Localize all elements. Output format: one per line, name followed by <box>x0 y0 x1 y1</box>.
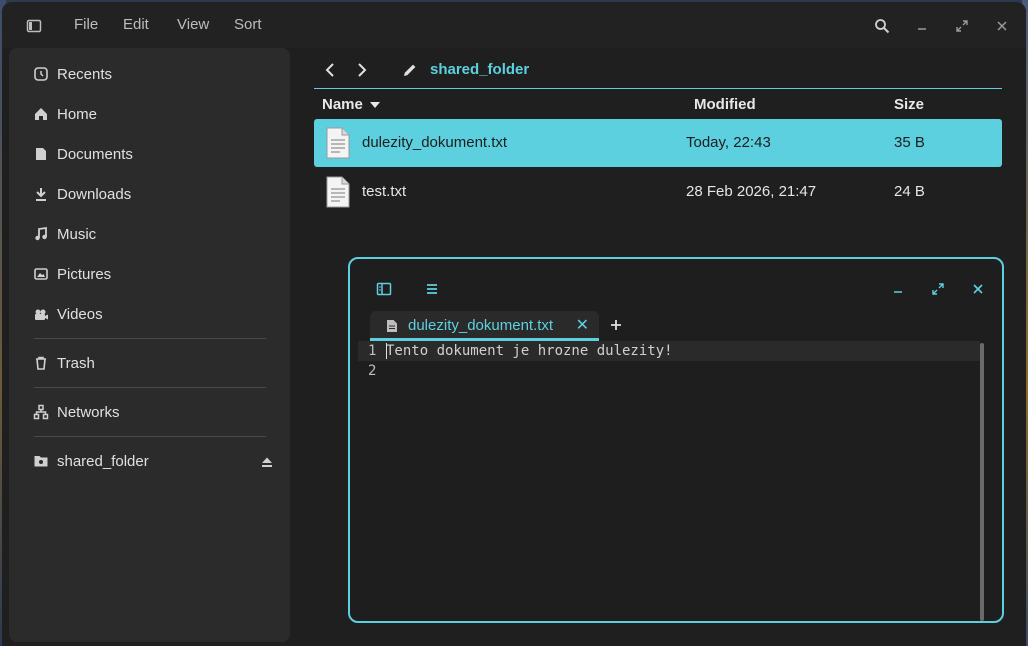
editor-close-button[interactable] <box>966 277 990 301</box>
current-folder-label[interactable]: shared_folder <box>430 61 529 78</box>
file-modified: Today, 22:43 <box>686 134 771 151</box>
minimize-icon <box>918 28 926 30</box>
sidebar-item-label: Downloads <box>57 185 132 203</box>
hamburger-menu-icon <box>427 284 437 294</box>
eject-button[interactable] <box>261 455 273 467</box>
close-button[interactable] <box>990 14 1014 38</box>
sidebar-item-pictures[interactable]: Pictures <box>33 263 111 285</box>
chevron-left-icon <box>325 63 334 77</box>
table-row[interactable]: dulezity_dokument.txt Today, 22:43 35 B <box>314 119 1002 167</box>
text-file-icon <box>326 176 350 208</box>
editor-text-area[interactable]: 1 Tento dokument je hrozne dulezity! 2 <box>358 341 982 619</box>
places-sidebar: Recents Home Documents Downloads Music P… <box>9 48 290 642</box>
sidebar-item-documents[interactable]: Documents <box>33 143 133 165</box>
menu-view[interactable]: View <box>177 16 209 33</box>
search-icon <box>875 19 890 34</box>
editor-line: 2 <box>358 361 980 381</box>
editor-tab[interactable]: dulezity_dokument.txt ✕ <box>370 311 599 341</box>
close-icon <box>973 284 983 294</box>
forward-button[interactable] <box>350 58 374 82</box>
chevron-right-icon <box>358 63 367 77</box>
menu-edit[interactable]: Edit <box>123 16 149 33</box>
table-row[interactable]: test.txt 28 Feb 2026, 21:47 24 B <box>314 168 1002 216</box>
sidebar-toggle-icon <box>376 282 392 296</box>
column-header-size[interactable]: Size <box>894 96 924 113</box>
sidebar-separator <box>34 338 266 339</box>
recents-icon <box>33 66 49 82</box>
editor-tab-title: dulezity_dokument.txt <box>408 317 554 334</box>
sidebar-item-shared-folder[interactable]: shared_folder <box>33 450 149 472</box>
maximize-icon <box>932 283 944 295</box>
sidebar-item-label: Networks <box>57 403 120 421</box>
header-bar: File Edit View Sort <box>2 2 1026 48</box>
sidebar-item-networks[interactable]: Networks <box>33 401 120 423</box>
text-cursor <box>386 343 387 359</box>
file-manager-window: File Edit View Sort Recents Home Documen… <box>2 2 1026 646</box>
pencil-icon <box>404 64 416 76</box>
sidebar-item-label: Pictures <box>57 265 112 283</box>
editor-maximize-button[interactable] <box>926 277 950 301</box>
file-size: 35 B <box>894 134 925 151</box>
file-modified: 28 Feb 2026, 21:47 <box>686 183 817 200</box>
sidebar-item-label: Documents <box>57 145 133 163</box>
sidebar-item-home[interactable]: Home <box>33 103 97 125</box>
editor-minimize-button[interactable] <box>886 277 910 301</box>
videos-icon <box>33 306 49 322</box>
sort-descending-icon <box>370 102 380 108</box>
editor-line: 1 Tento dokument je hrozne dulezity! <box>358 341 980 361</box>
sidebar-item-trash[interactable]: Trash <box>33 352 95 374</box>
menu-sort[interactable]: Sort <box>234 16 262 33</box>
sidebar-item-label: Music <box>57 225 97 243</box>
networks-icon <box>33 404 49 420</box>
column-header-name[interactable]: Name <box>322 96 363 113</box>
file-name: dulezity_dokument.txt <box>362 134 508 151</box>
sidebar-item-downloads[interactable]: Downloads <box>33 183 131 205</box>
column-header-modified[interactable]: Modified <box>694 96 756 113</box>
documents-icon <box>33 146 49 162</box>
tab-close-icon[interactable]: ✕ <box>576 315 589 335</box>
sidebar-separator <box>34 387 266 388</box>
music-icon <box>33 226 49 242</box>
sidebar-item-label: shared_folder <box>57 452 149 470</box>
header-divider <box>314 88 1002 89</box>
back-button[interactable] <box>318 58 342 82</box>
text-file-icon <box>326 127 350 159</box>
menu-file[interactable]: File <box>74 16 98 33</box>
editor-scrollbar[interactable] <box>980 343 984 621</box>
sidebar-item-recents[interactable]: Recents <box>33 63 112 85</box>
line-number: 1 <box>368 343 377 359</box>
sidebar-item-label: Trash <box>57 354 95 372</box>
pictures-icon <box>33 266 49 282</box>
home-icon <box>33 106 49 122</box>
maximize-icon <box>956 20 968 32</box>
editor-menu-button[interactable] <box>420 277 444 301</box>
file-name: test.txt <box>362 183 407 200</box>
text-editor-window: dulezity_dokument.txt ✕ 1 Tento dokument… <box>348 257 1004 623</box>
close-icon <box>997 21 1007 31</box>
sidebar-separator <box>34 436 266 437</box>
sidebar-toggle-button[interactable] <box>22 14 46 38</box>
editor-sidebar-toggle-button[interactable] <box>372 277 396 301</box>
sidebar-item-videos[interactable]: Videos <box>33 303 103 325</box>
plus-icon <box>611 320 621 330</box>
downloads-icon <box>33 186 49 202</box>
eject-icon <box>262 457 272 467</box>
file-size: 24 B <box>894 183 925 200</box>
sidebar-item-music[interactable]: Music <box>33 223 96 245</box>
sidebar-toggle-icon <box>26 19 42 33</box>
sidebar-item-label: Recents <box>57 65 113 83</box>
sidebar-item-label: Videos <box>57 305 103 323</box>
minimize-button[interactable] <box>910 14 934 38</box>
new-tab-button[interactable] <box>606 313 626 337</box>
search-button[interactable] <box>870 14 894 38</box>
line-number: 2 <box>368 363 377 379</box>
document-icon <box>387 320 397 332</box>
sidebar-item-label: Home <box>57 105 98 123</box>
trash-icon <box>33 355 49 371</box>
line-text: Tento dokument je hrozne dulezity! <box>386 343 673 359</box>
minimize-icon <box>894 291 902 293</box>
edit-location-button[interactable] <box>398 58 422 82</box>
maximize-button[interactable] <box>950 14 974 38</box>
folder-icon <box>33 453 49 469</box>
